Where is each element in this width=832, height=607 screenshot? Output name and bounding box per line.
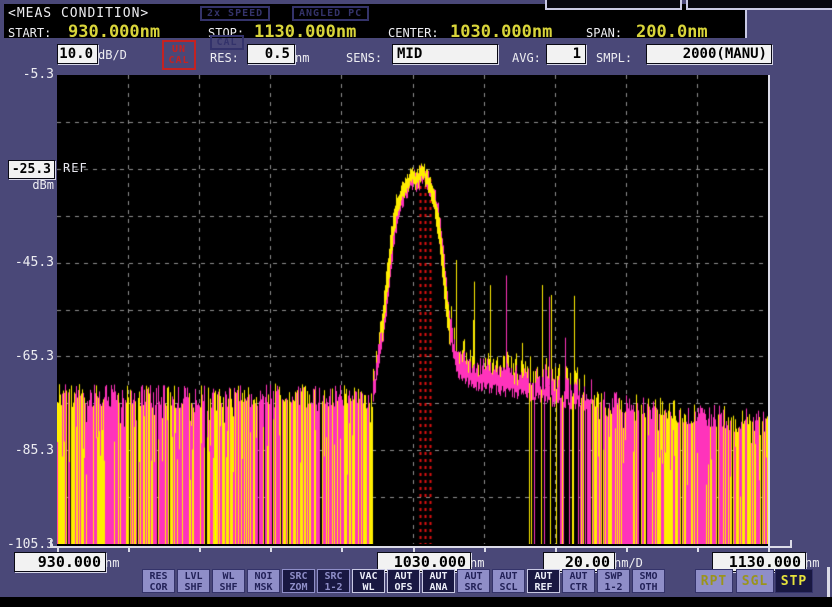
sens-field: MID bbox=[392, 44, 498, 64]
y-tick-65: -65.3 bbox=[0, 349, 54, 364]
x-start-unit: nm bbox=[105, 556, 119, 570]
x-stop-unit: nm bbox=[805, 556, 819, 570]
center-value: 1030.000nm bbox=[450, 22, 552, 42]
ref-marker-label: REF bbox=[63, 161, 88, 175]
run-key-rpt[interactable]: RPT bbox=[695, 569, 733, 593]
cutoff-box-left bbox=[545, 0, 682, 10]
avg-field: 1 bbox=[546, 44, 586, 64]
softkey-src-1-2[interactable]: SRC1-2 bbox=[317, 569, 350, 593]
meas-condition-title: <MEAS CONDITION> bbox=[8, 6, 149, 21]
x-axis-tick bbox=[341, 548, 343, 552]
x-axis-tick bbox=[626, 548, 628, 552]
spectrum-plot: REF bbox=[57, 75, 770, 546]
softkey-vac-wl[interactable]: VACWL bbox=[352, 569, 385, 593]
y-tick-45: -45.3 bbox=[0, 255, 54, 270]
span-label: SPAN: bbox=[586, 26, 622, 40]
angled-pc-flag: ANGLED PC bbox=[292, 6, 369, 21]
x-axis-tick bbox=[128, 548, 130, 552]
softkey-noi-msk[interactable]: NOIMSK bbox=[247, 569, 280, 593]
smpl-label: SMPL: bbox=[596, 51, 632, 65]
x-axis-line bbox=[50, 546, 792, 548]
softkey-aut-ana[interactable]: AUTANA bbox=[422, 569, 455, 593]
x-scale-unit: nm/D bbox=[614, 556, 643, 570]
right-edge-sliver bbox=[827, 567, 830, 597]
stop-value: 1130.000nm bbox=[254, 22, 356, 42]
x-axis-tick bbox=[697, 548, 699, 552]
level-scale-unit: dB/D bbox=[98, 48, 127, 62]
softkey-aut-scl[interactable]: AUTSCL bbox=[492, 569, 525, 593]
x-center-unit: nm bbox=[470, 556, 484, 570]
start-value: 930.000nm bbox=[68, 22, 160, 42]
start-label: START: bbox=[8, 26, 51, 40]
softkey-src-zom[interactable]: SRCZOM bbox=[282, 569, 315, 593]
sens-label: SENS: bbox=[346, 51, 382, 65]
y-tick-top: -5.3 bbox=[0, 67, 54, 82]
x-axis-tick bbox=[270, 548, 272, 552]
softkey-aut-ref[interactable]: AUTREF bbox=[527, 569, 560, 593]
smpl-field: 2000(MANU) bbox=[646, 44, 772, 64]
softkey-wl-shf[interactable]: WLSHF bbox=[212, 569, 245, 593]
bottom-black-strip bbox=[0, 597, 832, 607]
speed-flag: 2x SPEED bbox=[200, 6, 270, 21]
level-scale-field: 10.0 bbox=[57, 44, 98, 64]
x-axis-tick bbox=[199, 548, 201, 552]
softkey-lvl-shf[interactable]: LVLSHF bbox=[177, 569, 210, 593]
x-axis-tick bbox=[484, 548, 486, 552]
res-unit: nm bbox=[295, 51, 309, 65]
span-value: 200.0nm bbox=[636, 22, 708, 42]
run-key-sgl[interactable]: SGL bbox=[736, 569, 774, 593]
y-tick-85: -85.3 bbox=[0, 443, 54, 458]
x-start-field: 930.000 bbox=[14, 552, 106, 572]
softkey-res-cor[interactable]: RESCOR bbox=[142, 569, 175, 593]
softkey-aut-ctr[interactable]: AUTCTR bbox=[562, 569, 595, 593]
ref-level-field: -25.3 bbox=[8, 160, 55, 179]
softkey-smo-oth[interactable]: SMOOTH bbox=[632, 569, 665, 593]
res-field: 0.5 bbox=[247, 44, 295, 64]
y-tick-105: -105.3 bbox=[0, 537, 54, 552]
y-axis-unit: dBm bbox=[0, 178, 54, 192]
run-key-stp[interactable]: STP bbox=[775, 569, 813, 593]
spectrum-canvas bbox=[57, 75, 768, 544]
x-axis-hook-right bbox=[790, 540, 792, 547]
center-label: CENTER: bbox=[388, 26, 439, 40]
softkey-aut-src[interactable]: AUTSRC bbox=[457, 569, 490, 593]
cutoff-box-right bbox=[686, 0, 832, 10]
cal-indicator: CAL bbox=[210, 35, 244, 50]
softkey-swp-1-2[interactable]: SWP1-2 bbox=[597, 569, 630, 593]
x-axis-hook-left bbox=[50, 540, 52, 547]
avg-label: AVG: bbox=[512, 51, 541, 65]
res-label: RES: bbox=[210, 51, 239, 65]
softkey-aut-ofs[interactable]: AUTOFS bbox=[387, 569, 420, 593]
osa-screen: <MEAS CONDITION> 2x SPEED ANGLED PC STAR… bbox=[0, 0, 832, 607]
uncal-indicator: UN CAL bbox=[162, 40, 196, 70]
